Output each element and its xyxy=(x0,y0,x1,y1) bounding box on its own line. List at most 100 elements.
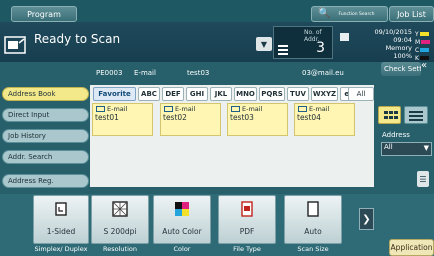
filter-tab-wxyz[interactable]: WXYZ xyxy=(311,87,338,101)
destination-id: PE0003 xyxy=(96,69,123,77)
address-card[interactable]: E-mail test02 xyxy=(160,103,221,136)
filter-label: GHI xyxy=(189,90,205,98)
mail-icon xyxy=(96,106,105,112)
sidebar-item-label: Address Reg. xyxy=(8,177,54,185)
toner-cyan-bar xyxy=(420,48,430,52)
scan-size-button[interactable]: Auto xyxy=(284,195,342,244)
filter-tab-all-button[interactable]: All xyxy=(348,87,374,101)
mail-icon xyxy=(231,106,240,112)
grid-icon xyxy=(384,111,398,119)
address-card[interactable]: E-mail test03 xyxy=(227,103,288,136)
memory-label: Memory xyxy=(385,44,412,52)
destination-type: E-mail xyxy=(134,69,156,77)
toner-black-label: K xyxy=(415,54,419,62)
toner-yellow: Y xyxy=(415,30,433,38)
filter-label: WXYZ xyxy=(312,90,337,98)
chevron-right-icon: ❯ xyxy=(362,213,371,225)
address-count-value: 3 xyxy=(316,40,325,56)
filter-tab-abc[interactable]: ABC xyxy=(138,87,160,101)
list-view-button[interactable] xyxy=(404,106,428,124)
filter-label: ABC xyxy=(141,90,157,98)
program-label: Program xyxy=(27,9,61,19)
sidebar-item-direct-input[interactable]: Direct Input xyxy=(2,108,89,122)
card-name: test02 xyxy=(163,113,187,122)
sidebar-item-label: Direct Input xyxy=(8,111,50,119)
color-icon xyxy=(175,202,189,216)
scan-size-caption: Scan Size xyxy=(297,245,329,253)
sidebar-item-address-book[interactable]: Address Book xyxy=(2,87,89,101)
filter-tab-favorite[interactable]: Favorite xyxy=(93,87,136,101)
job-list-label: Job List xyxy=(397,9,426,19)
color-value: Auto Color xyxy=(162,227,202,236)
sidebar-item-job-history[interactable]: Job History xyxy=(2,129,89,143)
filter-tab-def[interactable]: DEF xyxy=(162,87,184,101)
list-icon xyxy=(278,45,288,55)
card-name: test01 xyxy=(95,113,119,122)
filter-label: DEF xyxy=(165,90,181,98)
address-card[interactable]: E-mail test04 xyxy=(294,103,355,136)
pdf-file-icon xyxy=(241,201,253,217)
page-size-icon xyxy=(307,201,319,217)
simplex-duplex-value: 1-Sided xyxy=(46,227,76,236)
simplex-duplex-caption: Simplex/ Duplex xyxy=(34,245,88,253)
filter-tab-tuv[interactable]: TUV xyxy=(287,87,309,101)
filter-tab-mno[interactable]: MNO xyxy=(234,87,257,101)
file-type-value: PDF xyxy=(239,227,255,236)
scan-size-value: Auto xyxy=(304,227,322,236)
program-button[interactable]: Program xyxy=(11,6,77,22)
card-type: E-mail xyxy=(96,105,127,113)
filter-label: MNO xyxy=(236,90,255,98)
resolution-icon xyxy=(112,201,128,217)
toner-levels: Y M C K xyxy=(415,30,433,62)
scroll-icon xyxy=(340,33,349,41)
color-button[interactable]: Auto Color xyxy=(153,195,211,244)
filter-tab-pqrs[interactable]: PQRS xyxy=(259,87,285,101)
grid-view-button[interactable] xyxy=(378,106,401,124)
check-setting-button[interactable]: Check Setting xyxy=(381,62,421,76)
application-label: Application xyxy=(390,243,433,252)
toner-yellow-label: Y xyxy=(415,30,419,38)
mail-icon xyxy=(164,106,173,112)
list-view-icon xyxy=(409,111,423,121)
chevron-down-icon: ▼ xyxy=(423,144,429,152)
dropdown-toggle-button[interactable]: ▼ xyxy=(256,37,272,51)
destination-name: test03 xyxy=(187,69,210,77)
date-time-memory: 09/10/2015 09:04 Memory 100% xyxy=(352,28,412,60)
function-search-button[interactable]: 🔍 Function Search xyxy=(311,6,388,22)
page-title: Ready to Scan xyxy=(34,32,121,46)
card-type: E-mail xyxy=(164,105,195,113)
file-type-button[interactable]: PDF xyxy=(218,195,276,244)
toner-cyan: C xyxy=(415,46,433,54)
resolution-button[interactable]: S 200dpi xyxy=(91,195,149,244)
destination-email: 03@mail.eu xyxy=(302,69,344,77)
expand-icon[interactable]: « xyxy=(421,60,434,76)
simplex-duplex-button[interactable]: 1-Sided xyxy=(33,195,89,244)
job-list-button[interactable]: Job List xyxy=(389,6,434,22)
toner-yellow-bar xyxy=(419,32,429,36)
next-arrow-button[interactable]: ❯ xyxy=(359,208,374,230)
filter-tab-ghi[interactable]: GHI xyxy=(186,87,208,101)
resolution-value: S 200dpi xyxy=(103,227,137,236)
menu-icon[interactable]: ☰ xyxy=(417,171,429,187)
filter-label: JKL xyxy=(214,90,228,98)
sidebar-item-address-reg[interactable]: Address Reg. xyxy=(2,174,89,188)
sidebar-item-label: Address Book xyxy=(8,90,56,98)
sidebar-item-label: Addr. Search xyxy=(8,153,53,161)
date: 09/10/2015 xyxy=(374,28,412,36)
memory-value: 100% xyxy=(393,52,412,60)
address-count-box[interactable]: No. of Addr. 3 xyxy=(273,26,333,59)
card-type: E-mail xyxy=(231,105,262,113)
filter-label: Favorite xyxy=(98,90,131,98)
card-name: test04 xyxy=(297,113,321,122)
filter-tab-jkl[interactable]: JKL xyxy=(210,87,232,101)
address-filter-select[interactable]: All ▼ xyxy=(381,142,432,156)
address-card[interactable]: E-mail test01 xyxy=(92,103,153,136)
address-filter-value: All xyxy=(384,143,393,151)
sidebar-item-addr-search[interactable]: Addr. Search xyxy=(2,150,89,164)
application-button[interactable]: Application xyxy=(389,239,434,256)
card-type-label: E-mail xyxy=(242,105,263,113)
check-setting-label: Check Setting xyxy=(384,65,421,73)
file-type-caption: File Type xyxy=(233,245,261,253)
function-search-label: Function Search xyxy=(338,11,375,17)
resolution-caption: Resolution xyxy=(103,245,137,253)
